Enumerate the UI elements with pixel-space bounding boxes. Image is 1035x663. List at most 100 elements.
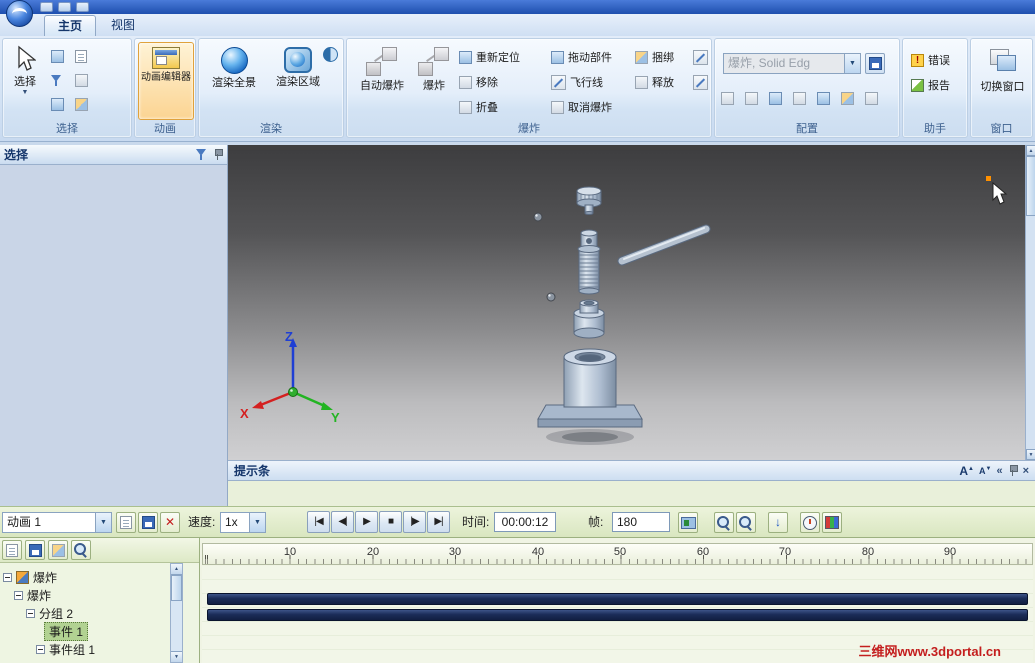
- scroll-down-icon[interactable]: ▼: [171, 651, 182, 662]
- unexplode-button[interactable]: 取消爆炸: [551, 98, 612, 116]
- config-tool-button-1[interactable]: [721, 89, 734, 107]
- scrollbar-thumb[interactable]: [1026, 156, 1035, 216]
- display-options-button[interactable]: [822, 512, 842, 533]
- flight-line-edit-button[interactable]: [693, 73, 708, 91]
- new-animation-button[interactable]: [116, 512, 136, 533]
- auto-explode-button[interactable]: 自动爆炸: [351, 43, 413, 92]
- scroll-down-icon[interactable]: ▼: [1026, 449, 1035, 460]
- group-label-window[interactable]: 窗口: [971, 122, 1032, 136]
- prompt-pin-icon[interactable]: [1008, 464, 1018, 477]
- reposition-button[interactable]: 重新定位: [459, 48, 520, 66]
- find-event-button[interactable]: [71, 540, 91, 560]
- collapse-node-icon[interactable]: [36, 645, 45, 654]
- collapse-bar-icon[interactable]: «: [996, 464, 1002, 478]
- group-select-button[interactable]: [75, 95, 88, 113]
- activate-part-button[interactable]: [75, 47, 87, 65]
- panel-filter-icon[interactable]: [196, 149, 207, 160]
- frame-field[interactable]: 180: [612, 512, 670, 532]
- tab-view[interactable]: 视图: [98, 15, 148, 36]
- qat-undo-icon[interactable]: [58, 2, 71, 12]
- remove-button[interactable]: 移除: [459, 73, 498, 91]
- render-options-button[interactable]: [323, 45, 338, 63]
- save-animation-button[interactable]: [138, 512, 158, 533]
- group-label-animation[interactable]: 动画: [135, 122, 195, 136]
- tree-item-event-group-1[interactable]: 事件组 1: [36, 641, 95, 658]
- bind-button[interactable]: 捆绑: [635, 48, 674, 66]
- qat-redo-icon[interactable]: [76, 2, 89, 12]
- explode-button[interactable]: 爆炸: [413, 43, 455, 92]
- save-event-button[interactable]: [25, 540, 45, 560]
- timeline-bar-2[interactable]: [207, 609, 1028, 621]
- move-component-button[interactable]: [51, 95, 64, 113]
- tab-home[interactable]: 主页: [44, 15, 97, 36]
- flight-line-button[interactable]: 飞行线: [551, 73, 603, 91]
- panel-pin-icon[interactable]: [213, 148, 223, 161]
- render-full-button[interactable]: 渲染全景: [203, 43, 265, 89]
- font-decrease-icon[interactable]: A▼: [979, 466, 991, 476]
- tree-item-event-1[interactable]: 事件 1: [44, 622, 89, 641]
- group-label-assistant[interactable]: 助手: [903, 122, 967, 136]
- config-tool-button-2[interactable]: [745, 89, 758, 107]
- model-part-bushing[interactable]: [573, 299, 605, 339]
- exploded-assembly-model[interactable]: Z X Y: [228, 145, 1025, 460]
- chevron-down-icon[interactable]: ▼: [249, 513, 265, 532]
- collapse-node-icon[interactable]: [14, 591, 23, 600]
- last-frame-button[interactable]: ▶|: [427, 511, 450, 533]
- animation-combo[interactable]: 动画 1 ▼: [2, 512, 112, 533]
- config-tool-button-5[interactable]: [817, 89, 830, 107]
- model-part-screw[interactable]: [577, 229, 601, 295]
- collapse-node-icon[interactable]: [3, 573, 12, 582]
- model-part-base[interactable]: [537, 348, 643, 428]
- qat-save-icon[interactable]: [40, 2, 53, 12]
- tree-item-explode-root[interactable]: 爆炸: [3, 569, 57, 586]
- render-area-button[interactable]: 渲染区域: [267, 43, 329, 88]
- viewport-scrollbar[interactable]: ▲ ▼: [1025, 145, 1035, 460]
- application-button[interactable]: [6, 0, 33, 27]
- model-part-handle[interactable]: [617, 224, 711, 266]
- model-part-ball-1[interactable]: [533, 212, 543, 222]
- prompt-close-icon[interactable]: ×: [1023, 464, 1029, 478]
- speed-combo[interactable]: 1x ▼: [220, 512, 266, 533]
- export-button[interactable]: ↓: [768, 512, 788, 533]
- release-button[interactable]: 释放: [635, 73, 674, 91]
- config-tool-button-4[interactable]: [793, 89, 806, 107]
- model-part-cap[interactable]: [576, 186, 602, 215]
- config-combo[interactable]: 爆炸, Solid Edg ▼: [723, 53, 861, 74]
- play-button[interactable]: ▶: [355, 511, 378, 533]
- collapse-node-icon[interactable]: [26, 609, 35, 618]
- viewport-3d[interactable]: Z X Y: [228, 145, 1025, 460]
- marquee-select-button[interactable]: [51, 47, 64, 65]
- snapshot-button[interactable]: [678, 512, 698, 533]
- previous-frame-button[interactable]: ◀|: [331, 511, 354, 533]
- clipboard-button[interactable]: [75, 71, 88, 89]
- group-label-render[interactable]: 渲染: [199, 122, 343, 136]
- report-button[interactable]: 报告: [911, 76, 950, 94]
- scroll-up-icon[interactable]: ▲: [171, 564, 182, 575]
- timeline-bar-1[interactable]: [207, 593, 1028, 605]
- new-event-button[interactable]: [2, 540, 22, 560]
- collapse-button[interactable]: 折叠: [459, 98, 498, 116]
- properties-button[interactable]: [48, 540, 68, 560]
- time-field[interactable]: 00:00:12: [494, 512, 556, 532]
- chevron-down-icon[interactable]: ▼: [95, 513, 111, 532]
- scrollbar-thumb[interactable]: [171, 575, 182, 601]
- stop-button[interactable]: ■: [379, 511, 402, 533]
- timeline-ruler[interactable]: 10 20 30 40 50 60 70 80 90: [202, 543, 1033, 565]
- switch-window-button[interactable]: 切换窗口: [974, 45, 1031, 93]
- zoom-out-button[interactable]: [714, 512, 734, 533]
- tree-scrollbar[interactable]: ▲ ▼: [170, 563, 183, 663]
- tree-item-group-2[interactable]: 分组 2: [26, 605, 73, 622]
- model-part-ball-2[interactable]: [546, 292, 556, 302]
- group-label-explode[interactable]: 爆炸: [347, 122, 711, 136]
- group-label-select[interactable]: 选择: [3, 122, 131, 136]
- group-label-config[interactable]: 配置: [715, 122, 899, 136]
- config-tool-button-6[interactable]: [841, 89, 854, 107]
- drag-part-button[interactable]: 拖动部件: [551, 48, 612, 66]
- scroll-up-icon[interactable]: ▲: [1026, 145, 1035, 156]
- config-tool-button-3[interactable]: [769, 89, 782, 107]
- tree-item-explode[interactable]: 爆炸: [14, 587, 51, 604]
- animation-editor-button[interactable]: 动画编辑器: [138, 42, 194, 120]
- first-frame-button[interactable]: |◀: [307, 511, 330, 533]
- config-tool-button-7[interactable]: [865, 89, 878, 107]
- select-filter-button[interactable]: [51, 71, 62, 89]
